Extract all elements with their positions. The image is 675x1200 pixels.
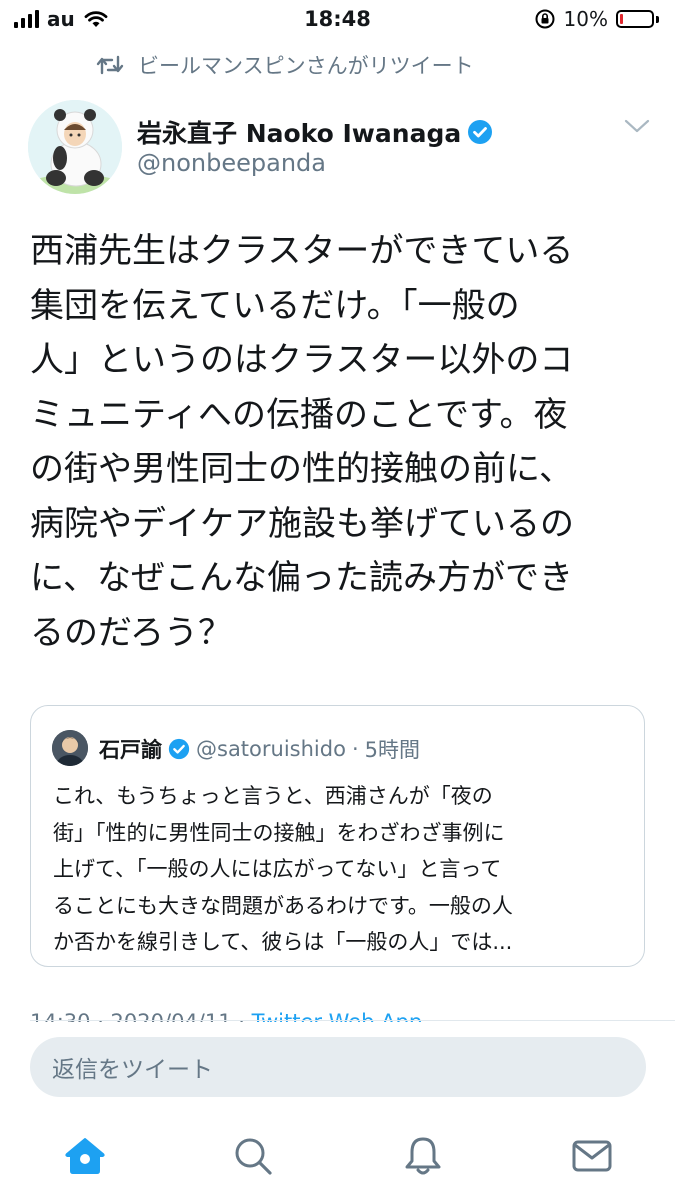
retweet-icon <box>96 55 124 75</box>
quoted-separator: · <box>351 737 359 761</box>
quoted-text-line: 上げて、「一般の人には広がってない」と言って <box>53 857 502 881</box>
quoted-text-line: 街」「性的に男性同士の接触」をわざわざ事例に <box>53 820 505 845</box>
panda-avatar-image <box>28 100 122 194</box>
chevron-down-icon[interactable] <box>624 118 650 134</box>
reply-placeholder: 返信をツイート <box>52 1057 213 1083</box>
quoted-header: 石戸諭 @satoruishido · 5時間 <box>99 734 420 764</box>
quoted-author-name: 石戸諭 <box>99 738 162 762</box>
retweet-context[interactable]: ビールマンスピンさんがリツイート <box>96 50 474 80</box>
tweet-text-line: 病院やデイケア施設も挙げているの <box>30 503 574 544</box>
notifications-tab[interactable] <box>401 1134 445 1178</box>
orientation-lock-icon <box>535 9 555 29</box>
tweet-text-line: に、なぜこんな偏った読み方ができ <box>30 558 573 598</box>
tweet-text-line: 集団を伝えているだけ。「一般の <box>30 285 520 326</box>
quoted-text: これ、もうちょっと言うと、西浦さんが「夜の 街」「性的に男性同士の接触」をわざわ… <box>53 778 633 961</box>
messages-icon <box>572 1140 612 1172</box>
search-icon <box>235 1138 272 1175</box>
avatar[interactable] <box>28 100 122 194</box>
tweet-text-line: の街や男性同士の性的接触の前に、 <box>30 449 573 489</box>
status-right: 10% <box>534 7 659 31</box>
author-name-row[interactable]: 岩永直子 Naoko Iwanaga <box>137 114 493 150</box>
quoted-text-line: か否かを線引きして、彼らは「一般の人」では... <box>53 930 513 954</box>
retweet-label: ビールマンスピンさんがリツイート <box>138 54 474 78</box>
quoted-time: 5時間 <box>364 738 420 762</box>
tweet-text-line: 西浦先生はクラスターができている <box>30 231 574 271</box>
author-handle[interactable]: @nonbeepanda <box>137 149 326 177</box>
reply-input[interactable]: 返信をツイート <box>30 1037 646 1097</box>
verified-badge-icon <box>468 120 493 144</box>
quoted-text-line: ることにも大きな問題があるわけです。一般の人 <box>53 893 513 918</box>
tweet-text-line: ミュニティへの伝播のことです。夜 <box>30 394 568 435</box>
author-name[interactable]: 岩永直子 Naoko Iwanaga <box>137 114 461 150</box>
home-tab[interactable] <box>63 1134 107 1178</box>
quoted-text-line: これ、もうちょっと言うと、西浦さんが「夜の <box>53 784 493 808</box>
tweet-text-line: るのだろう？ <box>30 612 232 653</box>
search-tab[interactable] <box>231 1134 275 1178</box>
tweet-text-line: 人」というのはクラスター以外のコ <box>30 340 574 380</box>
battery-icon <box>616 10 654 28</box>
tweet-text: 西浦先生はクラスターができている 集団を伝えているだけ。「一般の 人」というのは… <box>30 224 640 660</box>
divider <box>30 1020 675 1021</box>
messages-tab[interactable] <box>570 1134 614 1178</box>
verified-badge-icon <box>168 738 190 760</box>
quoted-handle: @satoruishido <box>196 737 346 761</box>
tab-bar <box>0 1118 675 1200</box>
quoted-tweet-card[interactable]: 石戸諭 @satoruishido · 5時間 これ、もうちょっと言うと、西浦さんが… <box>30 705 645 967</box>
notifications-icon <box>405 1137 441 1175</box>
home-icon <box>65 1138 105 1174</box>
quoted-avatar <box>52 730 88 766</box>
status-bar: au 18:48 10% <box>0 0 675 38</box>
battery-percent: 10% <box>563 7 608 31</box>
